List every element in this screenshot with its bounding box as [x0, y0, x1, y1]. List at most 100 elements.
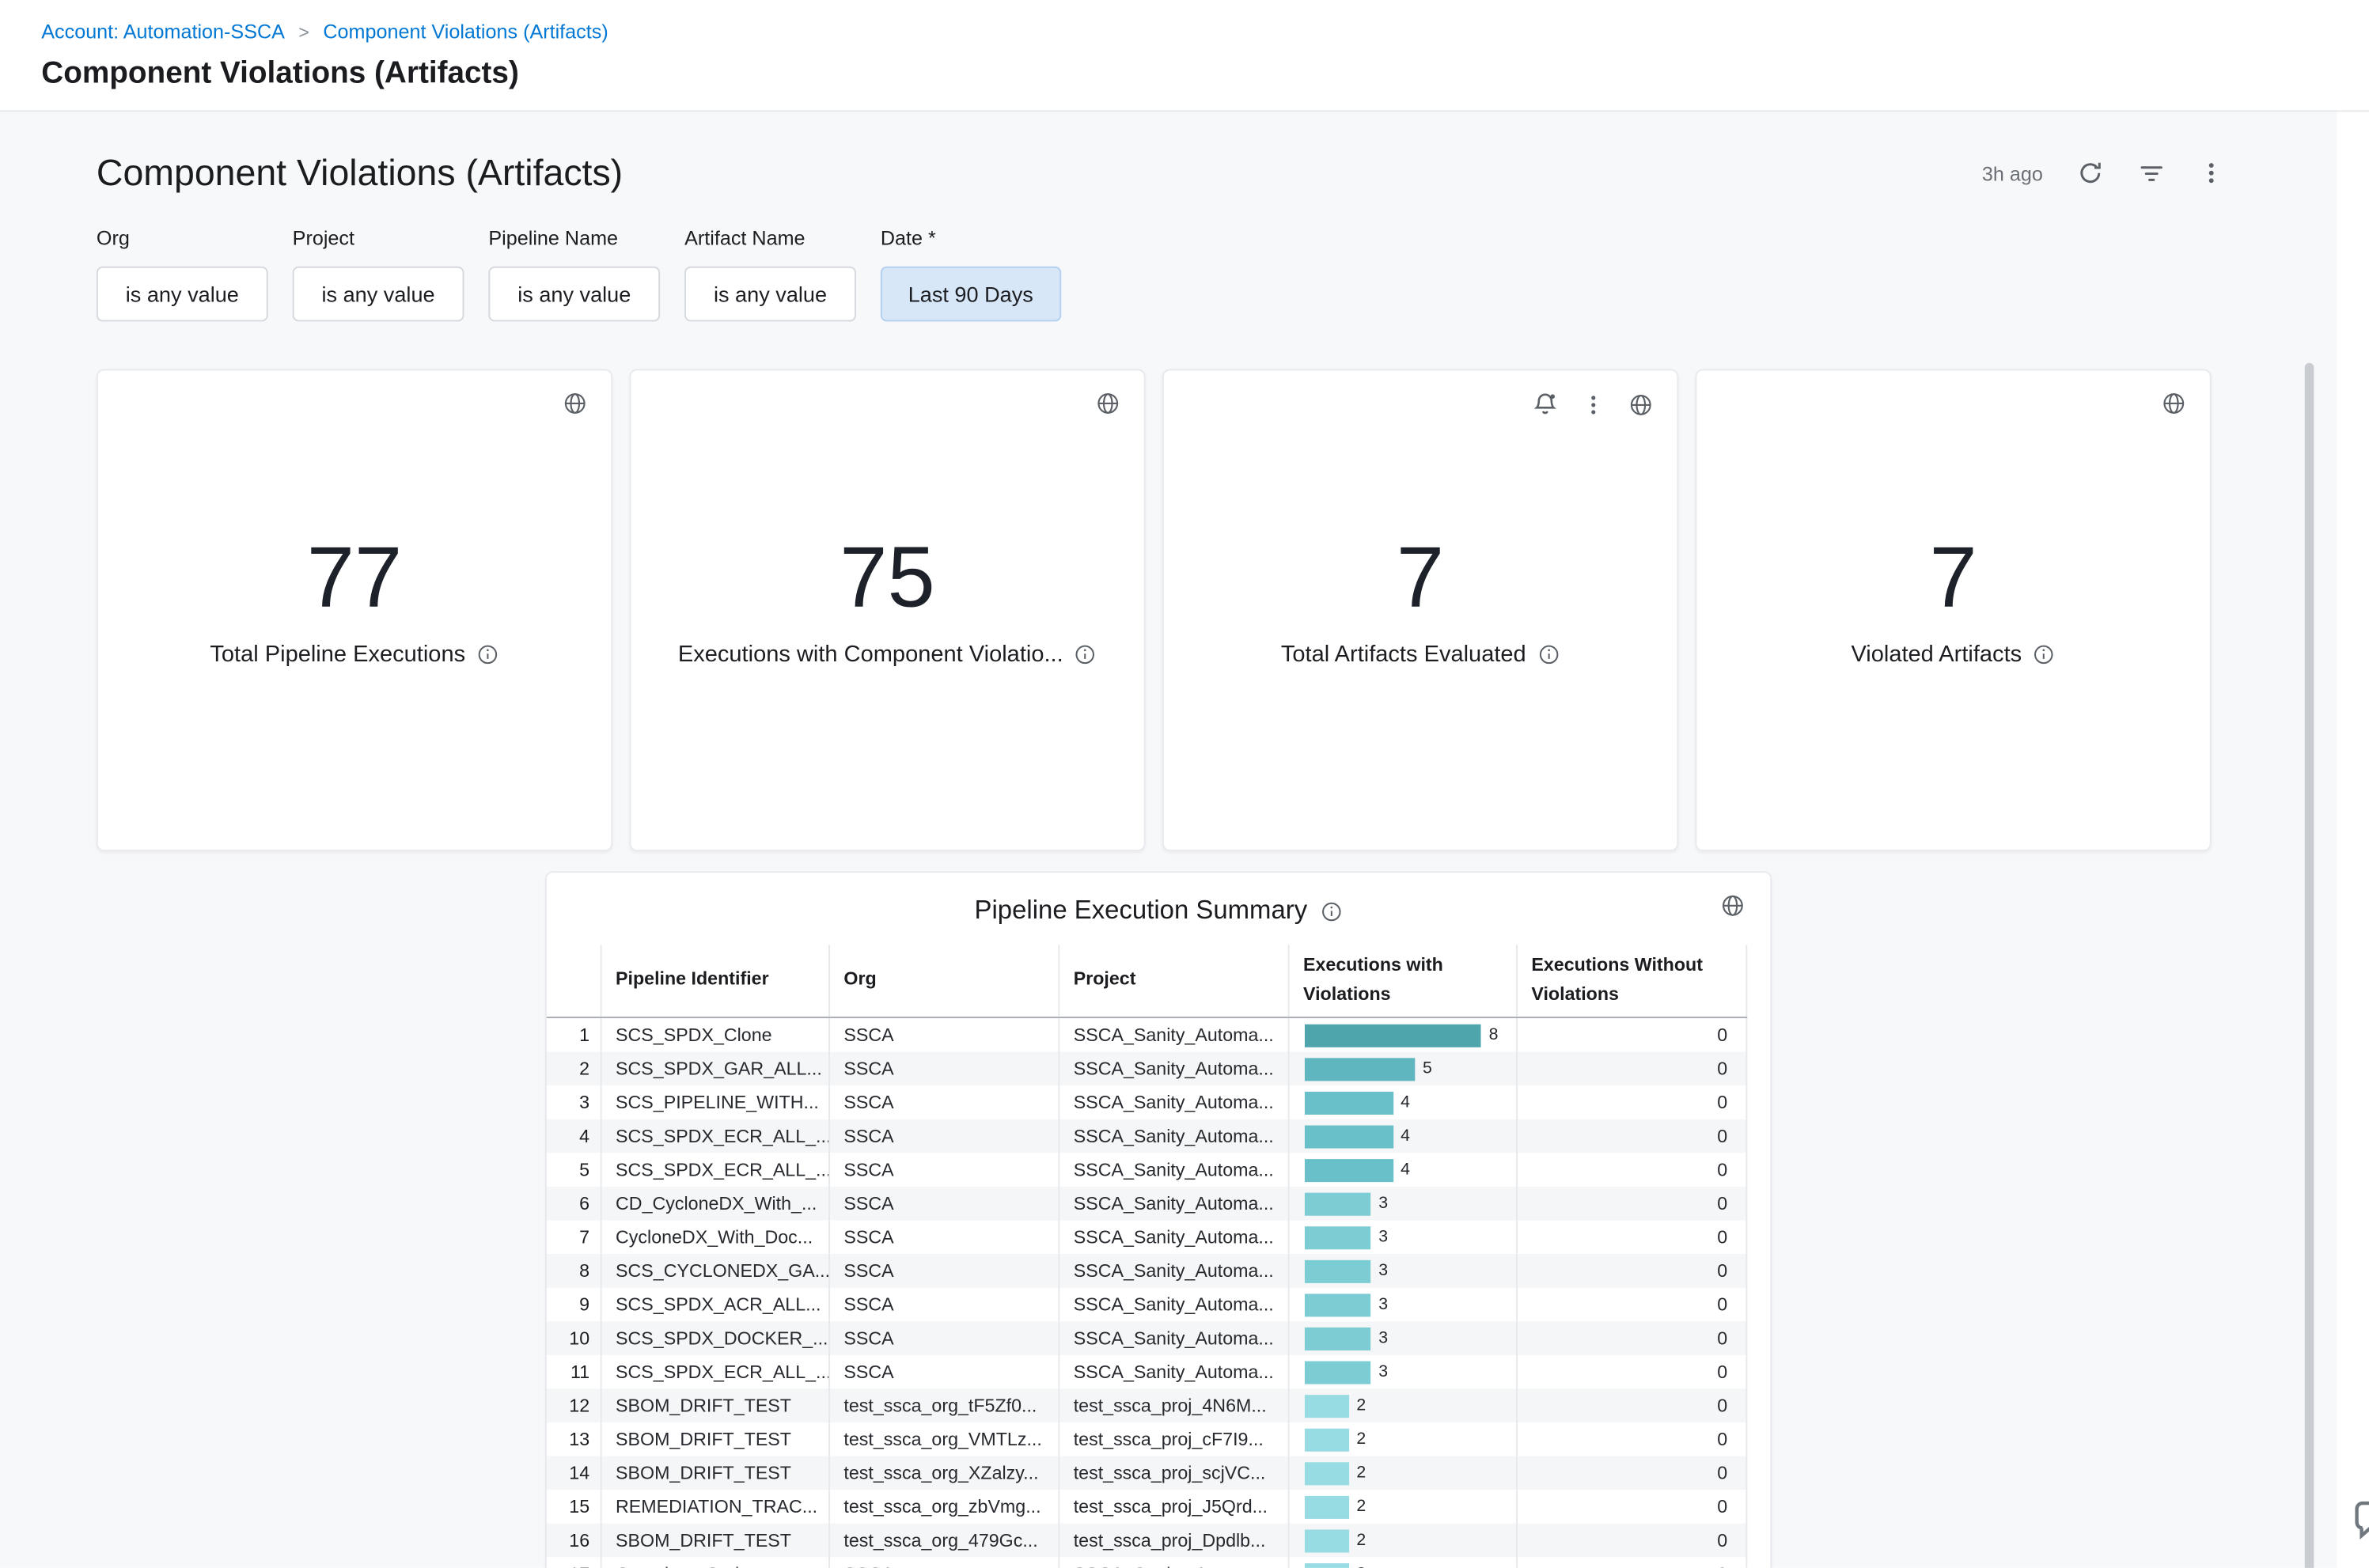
cell-pipeline-identifier: SCS_SPDX_ECR_ALL_...	[602, 1153, 830, 1187]
kebab-menu-icon	[2199, 161, 2223, 185]
violations-bar	[1305, 1462, 1349, 1485]
column-header-without-violations[interactable]: Executions Without Violations	[1518, 945, 1747, 1017]
violations-bar	[1305, 1562, 1349, 1567]
cell-executions-with-violations: 2	[1290, 1524, 1518, 1558]
table-row: 15 REMEDIATION_TRAC... test_ssca_org_zbV…	[547, 1490, 1747, 1524]
violations-bar	[1305, 1226, 1371, 1249]
cell-org: test_ssca_org_VMTLz...	[830, 1422, 1059, 1456]
violations-value: 2	[1356, 1431, 1366, 1448]
cell-pipeline-identifier: CycloneDX_With_Doc...	[602, 1221, 830, 1255]
violations-bar	[1305, 1058, 1415, 1081]
cell-project: test_ssca_proj_4N6M...	[1059, 1389, 1289, 1423]
violations-bar	[1305, 1125, 1393, 1148]
violations-value: 2	[1356, 1397, 1366, 1414]
filters-toggle-button[interactable]	[2138, 159, 2166, 187]
violations-value: 3	[1378, 1297, 1388, 1313]
cell-executions-without-violations: 0	[1518, 1153, 1747, 1187]
cell-org: test_ssca_org_XZalzy...	[830, 1456, 1059, 1490]
breadcrumb-current-link[interactable]: Component Violations (Artifacts)	[323, 20, 608, 43]
cell-executions-with-violations: 2	[1290, 1558, 1518, 1568]
app-window: Account: Automation-SSCA > Component Vio…	[0, 0, 2369, 1568]
cell-project: SSCA_Sanity_Automa...	[1059, 1018, 1289, 1052]
info-icon[interactable]	[1320, 900, 1343, 922]
row-number: 6	[547, 1187, 602, 1221]
filter-value-button[interactable]: is any value	[293, 267, 464, 322]
stat-card: 77 Total Pipeline Executions	[97, 369, 612, 851]
info-icon[interactable]	[1537, 643, 1560, 666]
filter-value-button[interactable]: is any value	[488, 267, 660, 322]
breadcrumb-account-link[interactable]: Account: Automation-SSCA	[41, 20, 285, 43]
cell-executions-with-violations: 2	[1290, 1456, 1518, 1490]
stat-label-row: Violated Artifacts	[1851, 642, 2055, 668]
filter-value-button[interactable]: Last 90 Days	[881, 267, 1061, 322]
info-icon[interactable]	[476, 643, 499, 666]
vertical-scrollbar[interactable]	[2305, 363, 2314, 1568]
violations-value: 4	[1401, 1094, 1410, 1111]
stat-label: Violated Artifacts	[1851, 642, 2022, 668]
cell-pipeline-identifier: SCS_SPDX_Clone	[602, 1018, 830, 1052]
filter-label: Date *	[881, 226, 1061, 251]
table-row: 2 SCS_SPDX_GAR_ALL... SSCA SSCA_Sanity_A…	[547, 1052, 1747, 1086]
info-icon[interactable]	[1074, 643, 1097, 666]
refresh-button[interactable]	[2076, 159, 2104, 187]
table-title-row: Pipeline Execution Summary	[547, 873, 1770, 926]
breadcrumb-separator-icon: >	[298, 21, 309, 42]
row-number: 9	[547, 1288, 602, 1322]
filter-label: Org	[97, 226, 268, 251]
cell-org: test_ssca_org_479Gc...	[830, 1524, 1059, 1558]
cell-project: SSCA_Sanity_Automa...	[1059, 1086, 1289, 1120]
table-row: 16 SBOM_DRIFT_TEST test_ssca_org_479Gc..…	[547, 1524, 1747, 1558]
violations-value: 2	[1356, 1498, 1366, 1515]
cell-project: SSCA_Sanity_Automa...	[1059, 1322, 1289, 1356]
filter-value-button[interactable]: is any value	[97, 267, 268, 322]
violations-bar	[1305, 1361, 1371, 1384]
pipeline-summary-table: Pipeline Identifier Org Project Executio…	[547, 945, 1747, 1568]
violations-value: 2	[1356, 1532, 1366, 1549]
table-row: 11 SCS_SPDX_ECR_ALL_... SSCA SSCA_Sanity…	[547, 1355, 1747, 1389]
stat-content: 75 Executions with Component Violatio...	[631, 362, 1143, 841]
cell-pipeline-identifier: Container_Orchestrat...	[602, 1558, 830, 1568]
cell-executions-without-violations: 0	[1518, 1558, 1747, 1568]
stat-label: Total Artifacts Evaluated	[1281, 642, 1526, 668]
table-row: 17 Container_Orchestrat... SSCA SSCA_San…	[547, 1558, 1747, 1568]
cell-org: SSCA	[830, 1355, 1059, 1389]
help-chat-icon[interactable]	[2349, 1498, 2369, 1543]
row-number: 17	[547, 1558, 602, 1568]
dashboard-toolbar: 3h ago	[1982, 159, 2223, 187]
violations-bar	[1305, 1024, 1481, 1047]
cell-project: SSCA_Sanity_Automa...	[1059, 1288, 1289, 1322]
cell-executions-with-violations: 3	[1290, 1254, 1518, 1288]
row-number: 15	[547, 1490, 602, 1524]
column-header-pipeline[interactable]: Pipeline Identifier	[602, 945, 830, 1017]
cell-pipeline-identifier: SCS_SPDX_GAR_ALL...	[602, 1052, 830, 1086]
cell-pipeline-identifier: SCS_SPDX_ECR_ALL_...	[602, 1355, 830, 1389]
column-header-org[interactable]: Org	[830, 945, 1059, 1017]
violations-bar	[1305, 1395, 1349, 1418]
cell-org: SSCA	[830, 1288, 1059, 1322]
column-header-project[interactable]: Project	[1059, 945, 1289, 1017]
violations-bar	[1305, 1327, 1371, 1350]
cell-org: SSCA	[830, 1119, 1059, 1153]
column-header-with-violations[interactable]: Executions with Violations	[1290, 945, 1518, 1017]
cell-executions-with-violations: 3	[1290, 1221, 1518, 1255]
stat-card: 75 Executions with Component Violatio...	[629, 369, 1145, 851]
row-number: 2	[547, 1052, 602, 1086]
stat-content: 7 Total Artifacts Evaluated	[1164, 362, 1677, 841]
cell-project: SSCA_Sanity_Automa...	[1059, 1153, 1289, 1187]
filter-group: Pipeline Name is any value	[488, 226, 660, 321]
cell-pipeline-identifier: SCS_PIPELINE_WITH...	[602, 1086, 830, 1120]
filter-value-button[interactable]: is any value	[684, 267, 856, 322]
row-number: 13	[547, 1422, 602, 1456]
cell-pipeline-identifier: CD_CycloneDX_With_...	[602, 1187, 830, 1221]
cell-project: SSCA_Sanity_Automa...	[1059, 1254, 1289, 1288]
dashboard-actions-menu-button[interactable]	[2199, 161, 2223, 185]
cell-org: SSCA	[830, 1086, 1059, 1120]
cell-org: test_ssca_org_zbVmg...	[830, 1490, 1059, 1524]
globe-icon[interactable]	[1719, 892, 1745, 918]
table-row: 14 SBOM_DRIFT_TEST test_ssca_org_XZalzy.…	[547, 1456, 1747, 1490]
cell-executions-without-violations: 0	[1518, 1018, 1747, 1052]
cell-executions-with-violations: 2	[1290, 1490, 1518, 1524]
info-icon[interactable]	[2033, 643, 2056, 666]
cell-pipeline-identifier: SBOM_DRIFT_TEST	[602, 1456, 830, 1490]
cell-executions-without-violations: 0	[1518, 1086, 1747, 1120]
